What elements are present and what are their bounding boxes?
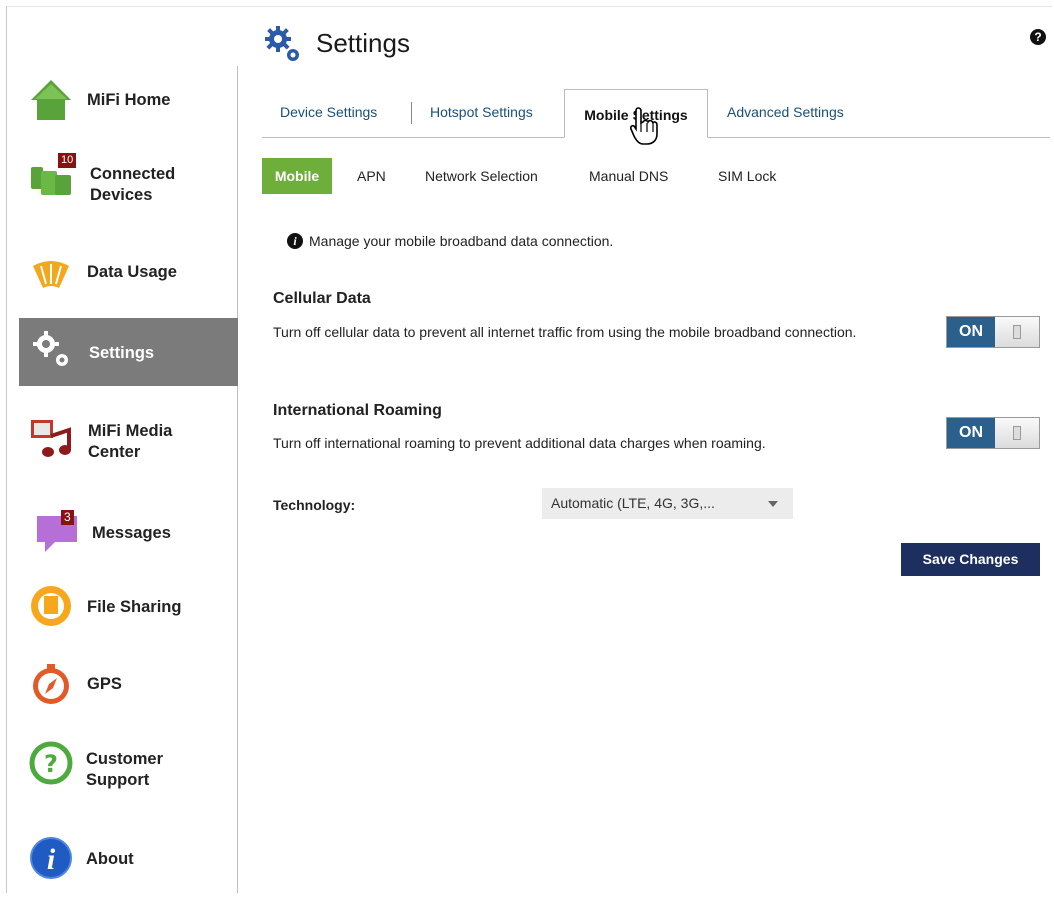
- home-icon: [31, 80, 71, 120]
- messages-count-badge: 3: [61, 510, 74, 525]
- cellular-data-description: Turn off cellular data to prevent all in…: [273, 324, 857, 340]
- support-icon: ?: [29, 741, 73, 785]
- technology-label: Technology:: [273, 497, 356, 513]
- tab-advanced-settings[interactable]: Advanced Settings: [727, 104, 844, 120]
- subtab-mobile[interactable]: Mobile: [262, 158, 332, 194]
- sidebar-item-about[interactable]: i About: [19, 834, 238, 884]
- settings-gears-icon: [265, 26, 299, 61]
- technology-select[interactable]: Automatic (LTE, 4G, 3G,...: [542, 488, 793, 519]
- cellular-data-toggle[interactable]: ON: [946, 316, 1040, 348]
- sidebar-item-label: GPS: [87, 675, 122, 693]
- sidebar-item-label: MiFi Home: [87, 91, 171, 109]
- page-title: Settings: [316, 28, 410, 58]
- cellular-data-heading: Cellular Data: [273, 290, 371, 307]
- chevron-down-icon: [768, 501, 778, 507]
- subtab-sim-lock[interactable]: SIM Lock: [718, 168, 776, 184]
- subtab-manual-dns[interactable]: Manual DNS: [589, 168, 668, 184]
- roaming-heading: International Roaming: [273, 402, 442, 419]
- sidebar-item-messages[interactable]: 3 Messages: [19, 508, 238, 558]
- tab-device-settings[interactable]: Device Settings: [280, 104, 377, 120]
- svg-text:?: ?: [44, 750, 58, 778]
- media-icon: [31, 420, 71, 457]
- sidebar-item-gps[interactable]: GPS: [19, 660, 238, 710]
- subtab-network-selection[interactable]: Network Selection: [425, 168, 538, 184]
- info-text: Manage your mobile broadband data connec…: [309, 233, 614, 249]
- technology-select-value: Automatic (LTE, 4G, 3G,...: [551, 495, 715, 511]
- sidebar-item-mifi-home[interactable]: MiFi Home: [19, 75, 238, 125]
- info-icon: i: [30, 837, 72, 879]
- file-sharing-icon: [31, 586, 71, 626]
- toggle-knob: [995, 317, 1039, 347]
- sidebar-item-data-usage[interactable]: Data Usage: [19, 248, 238, 298]
- info-message: i Manage your mobile broadband data conn…: [287, 233, 613, 249]
- hand-pointer-icon: [630, 107, 658, 145]
- sidebar-item-label: MiFi Media Center: [88, 422, 173, 461]
- help-icon[interactable]: ?: [1030, 29, 1046, 45]
- tab-separator: [411, 102, 412, 124]
- sidebar-item-label: Connected Devices: [90, 165, 176, 204]
- toggle-on-label: ON: [947, 418, 995, 448]
- save-changes-button[interactable]: Save Changes: [901, 543, 1040, 576]
- sidebar-item-connected-devices[interactable]: 10 Connected Devices: [19, 145, 238, 215]
- sidebar-item-label: File Sharing: [87, 598, 182, 616]
- svg-text:i: i: [47, 843, 56, 876]
- toggle-knob: [995, 418, 1039, 448]
- gear-icon: [33, 331, 68, 366]
- toggle-on-label: ON: [947, 317, 995, 347]
- tab-hotspot-settings[interactable]: Hotspot Settings: [430, 104, 533, 120]
- sidebar-item-customer-support[interactable]: ? Customer Support: [19, 735, 238, 805]
- sidebar-item-label: Settings: [89, 344, 155, 362]
- sidebar-item-label: Customer Support: [86, 750, 164, 789]
- compass-icon: [33, 664, 69, 704]
- sidebar-item-label: Messages: [92, 524, 171, 542]
- devices-count-badge: 10: [58, 153, 77, 168]
- roaming-description: Turn off international roaming to preven…: [273, 435, 766, 451]
- sidebar-item-label: About: [86, 850, 134, 868]
- sidebar-item-media-center[interactable]: MiFi Media Center: [19, 410, 238, 480]
- data-usage-icon: [33, 261, 69, 288]
- sidebar: MiFi Home 10 Connected Devices Data Usag…: [19, 60, 238, 900]
- subtab-apn[interactable]: APN: [357, 168, 386, 184]
- info-circle-icon: i: [287, 233, 303, 249]
- sidebar-item-label: Data Usage: [87, 263, 177, 281]
- roaming-toggle[interactable]: ON: [946, 417, 1040, 449]
- sidebar-item-file-sharing[interactable]: File Sharing: [19, 582, 238, 632]
- sidebar-item-settings[interactable]: Settings: [19, 318, 238, 386]
